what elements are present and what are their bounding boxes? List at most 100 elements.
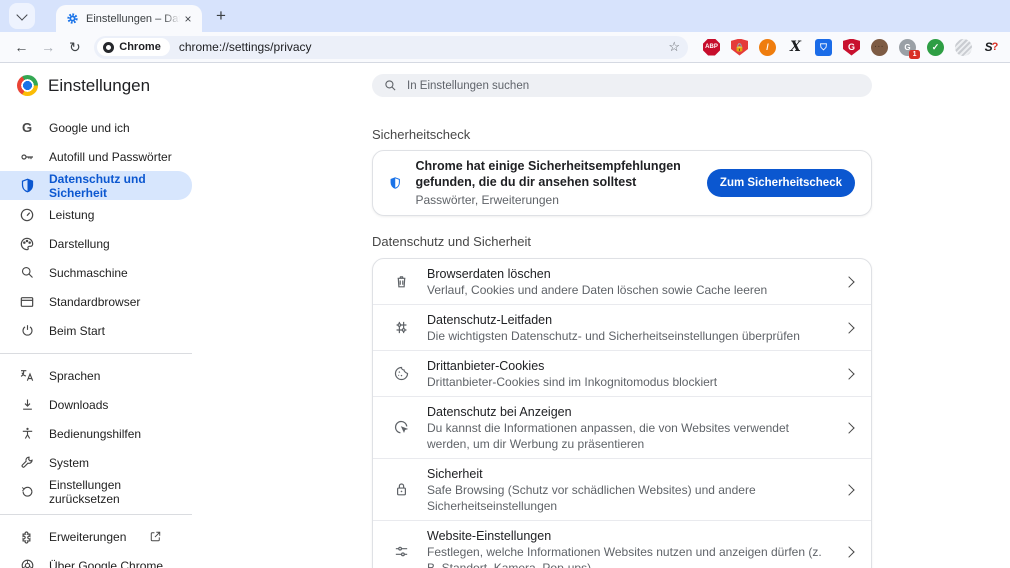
sidebar-item-autofill[interactable]: Autofill und Passwörter <box>0 142 192 171</box>
back-button[interactable]: ← <box>10 35 33 59</box>
cookie-icon <box>391 364 411 384</box>
x-letter-icon[interactable]: X <box>787 39 804 56</box>
sidebar-item-label: Google und ich <box>49 120 130 135</box>
disabled-extension-icon[interactable] <box>955 38 973 56</box>
active-tab[interactable]: Einstellungen – Datenschutz un × <box>56 5 202 32</box>
privacy-card: Browserdaten löschen Verlauf, Cookies un… <box>372 258 872 568</box>
sidebar-item-label: Downloads <box>49 397 109 412</box>
sidebar-item-about-chrome[interactable]: Über Google Chrome <box>0 551 192 568</box>
sidebar-item-label: Datenschutz und Sicherheit <box>49 171 146 200</box>
accessibility-icon <box>18 425 36 443</box>
key-icon <box>18 148 36 166</box>
sidebar-item-label: Erweiterungen <box>49 529 127 544</box>
shield-blue-icon <box>390 177 400 189</box>
power-icon <box>18 322 36 340</box>
defender-shield-icon[interactable]: ⛉ <box>815 38 833 56</box>
orange-antivirus-icon[interactable]: / <box>759 38 777 56</box>
green-check-icon[interactable]: ✓ <box>927 38 945 56</box>
row-title: Datenschutz-Leitfaden <box>427 312 553 327</box>
tab-strip: Einstellungen – Datenschutz un × + <box>0 0 1010 32</box>
sidebar-item-label: Beim Start <box>49 323 106 338</box>
palette-icon <box>18 235 36 253</box>
extensions-row: ABP 🔒 / X ⛉ G ··· G 1 ✓ S ? <box>703 38 1000 59</box>
row-privacy-guide[interactable]: Datenschutz-Leitfaden Die wichtigsten Da… <box>373 304 871 350</box>
sidebar-item-label: Standardbrowser <box>49 294 141 309</box>
row-third-party-cookies[interactable]: Drittanbieter-Cookies Drittanbieter-Cook… <box>373 350 871 396</box>
row-subtitle: Verlauf, Cookies und andere Daten lösche… <box>427 282 768 297</box>
sidebar-item-reset[interactable]: Einstellungen zurücksetzen <box>0 477 192 506</box>
row-text: Datenschutz bei Anzeigen Du kannst die I… <box>427 404 823 452</box>
address-bar[interactable]: Chrome chrome://settings/privacy ☆ <box>94 35 689 59</box>
download-icon <box>18 396 36 414</box>
security-check-text: Chrome hat einige Sicherheitsempfehlunge… <box>415 158 692 208</box>
row-subtitle: Du kannst die Informationen anpassen, di… <box>427 420 789 451</box>
row-subtitle: Drittanbieter-Cookies sind im Inkognitom… <box>427 374 718 389</box>
row-site-settings[interactable]: Website-Einstellungen Festlegen, welche … <box>373 520 871 568</box>
sidebar-item-label: Darstellung <box>49 236 110 251</box>
sidebar-item-accessibility[interactable]: Bedienungshilfen <box>0 419 192 448</box>
site-chip-label: Chrome <box>119 41 161 53</box>
shield-icon <box>18 177 36 195</box>
row-subtitle: Die wichtigsten Datenschutz- und Sicherh… <box>427 328 800 343</box>
forward-button[interactable]: → <box>37 35 60 59</box>
sidebar-item-privacy[interactable]: Datenschutz und Sicherheit <box>0 171 192 200</box>
row-clear-browsing-data[interactable]: Browserdaten löschen Verlauf, Cookies un… <box>373 259 871 304</box>
sidebar-item-label: Sprachen <box>49 368 101 383</box>
row-subtitle: Safe Browsing (Schutz vor schädlichen We… <box>427 482 756 513</box>
tab-search-button[interactable] <box>9 3 35 29</box>
sidebar-item-extensions[interactable]: Erweiterungen <box>0 522 192 551</box>
new-tab-button[interactable]: + <box>208 3 234 29</box>
chrome-outline-icon <box>18 557 36 568</box>
sidebar-item-performance[interactable]: Leistung <box>0 200 192 229</box>
sidebar-item-default-browser[interactable]: Standardbrowser <box>0 287 192 316</box>
trash-icon <box>391 272 411 292</box>
tune-icon <box>391 542 411 562</box>
tab-title: Einstellungen – Datenschutz un <box>86 12 180 25</box>
security-check-button[interactable]: Zum Sicherheitscheck <box>706 169 855 197</box>
gdata-shield-icon[interactable]: G <box>843 38 861 56</box>
chevron-right-icon <box>843 545 855 558</box>
adblock-plus-icon[interactable]: ABP <box>703 38 721 56</box>
url-text[interactable]: chrome://settings/privacy <box>179 40 663 54</box>
reload-button[interactable]: ↻ <box>64 35 87 59</box>
privacy-guide-icon <box>391 318 411 338</box>
sidebar-item-label: Autofill und Passwörter <box>49 149 172 164</box>
settings-page: Einstellungen G Google und ich Autofill … <box>0 63 1010 568</box>
security-check-heading: Sicherheitscheck <box>372 127 471 142</box>
row-title: Datenschutz bei Anzeigen <box>427 404 572 419</box>
row-subtitle: Festlegen, welche Informationen Websites… <box>427 544 822 568</box>
bookmark-star-icon[interactable]: ☆ <box>668 39 680 55</box>
site-chip[interactable]: Chrome <box>97 38 170 56</box>
reset-icon <box>18 483 36 501</box>
row-text: Datenschutz-Leitfaden Die wichtigsten Da… <box>427 312 823 344</box>
sidebar-item-label: Über Google Chrome <box>49 558 164 568</box>
sidebar-item-appearance[interactable]: Darstellung <box>0 229 192 258</box>
row-text: Drittanbieter-Cookies Drittanbieter-Cook… <box>427 358 823 390</box>
tab-close-icon[interactable]: × <box>180 11 196 27</box>
puzzle-icon <box>18 528 36 546</box>
settings-gear-icon <box>67 13 78 24</box>
gray-extension-icon[interactable]: G 1 <box>899 38 921 59</box>
row-title: Browserdaten löschen <box>427 266 551 281</box>
sidebar-item-downloads[interactable]: Downloads <box>0 390 192 419</box>
wrench-icon <box>18 454 36 472</box>
sidebar-item-search-engine[interactable]: Suchmaschine <box>0 258 192 287</box>
speedometer-icon <box>18 206 36 224</box>
sidebar-item-on-startup[interactable]: Beim Start <box>0 316 192 345</box>
sidebar-item-languages[interactable]: Sprachen <box>0 361 192 390</box>
sidebar-item-system[interactable]: System <box>0 448 192 477</box>
row-security[interactable]: Sicherheit Safe Browsing (Schutz vor sch… <box>373 458 871 520</box>
row-text: Sicherheit Safe Browsing (Schutz vor sch… <box>427 466 823 514</box>
chrome-logo-icon <box>17 75 38 96</box>
sidebar-item-label: Bedienungshilfen <box>49 426 142 441</box>
sidebar-item-google[interactable]: G Google und ich <box>0 113 192 142</box>
ads-privacy-icon <box>391 418 411 438</box>
s-question-icon[interactable]: S ? <box>983 39 1000 56</box>
red-shield-lock-icon[interactable]: 🔒 <box>731 38 749 56</box>
lock-icon <box>391 480 411 500</box>
cookie-extension-icon[interactable]: ··· <box>871 38 889 56</box>
row-ad-privacy[interactable]: Datenschutz bei Anzeigen Du kannst die I… <box>373 396 871 458</box>
sidebar-item-label: Suchmaschine <box>49 265 128 280</box>
chevron-right-icon <box>843 421 855 434</box>
chrome-donut-icon <box>103 41 115 53</box>
